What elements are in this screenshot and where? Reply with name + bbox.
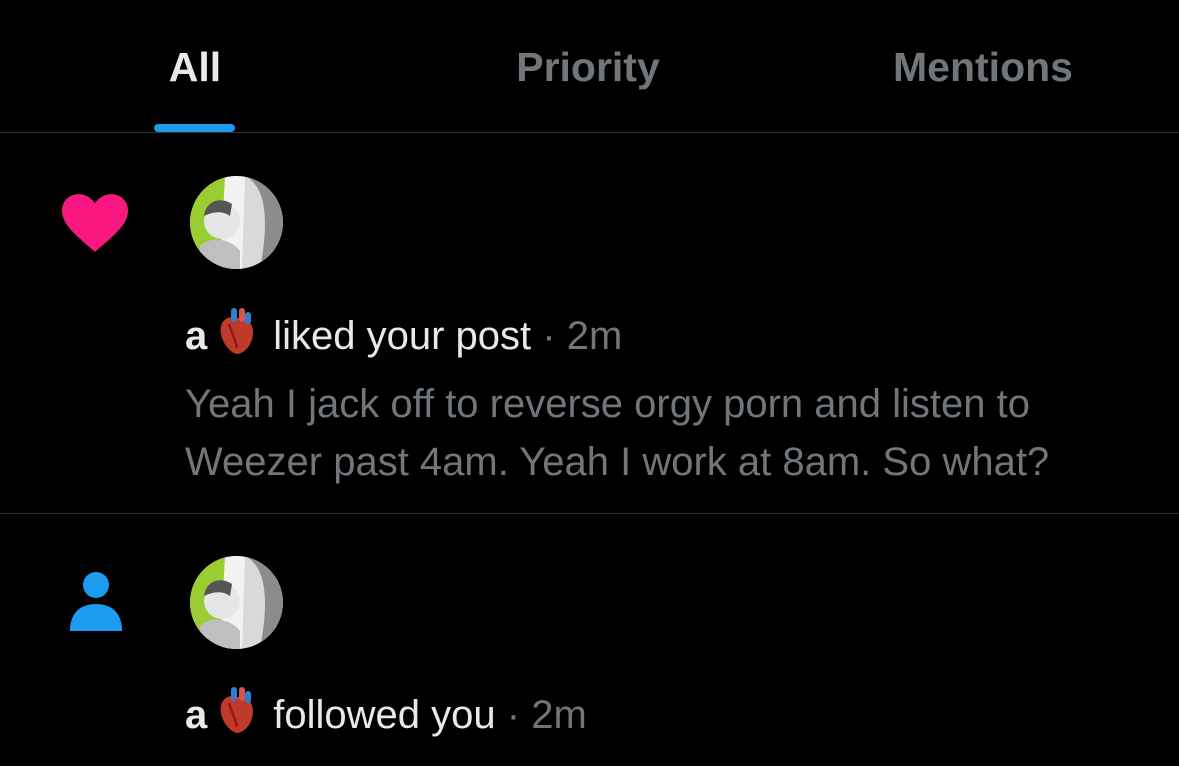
timestamp: 2m [531,693,587,738]
heart-icon [62,194,128,257]
notification-follow[interactable]: a followed you · 2m [0,515,1179,766]
action-text: liked your post [273,314,532,359]
active-tab-indicator [154,124,235,132]
separator-dot: · [542,314,556,359]
username[interactable]: a [185,314,207,358]
notification-tabs: All Priority Mentions [0,0,1179,133]
person-icon [70,571,122,638]
timestamp: 2m [566,314,623,359]
tab-mentions[interactable]: Mentions [870,42,1096,92]
notification-header: a followed you · 2m [185,687,587,748]
tab-priority[interactable]: Priority [480,42,696,92]
action-text: followed you [273,693,496,738]
anatomical-heart-icon [217,308,257,369]
notification-like[interactable]: a liked your post · 2m Yeah I jack off t… [0,134,1179,514]
notification-header: a liked your post · 2m [185,308,622,369]
username[interactable]: a [185,693,207,737]
post-preview-text[interactable]: Yeah I jack off to reverse orgy porn and… [185,375,1155,491]
tab-all[interactable]: All [120,42,270,92]
avatar[interactable] [190,556,283,649]
avatar[interactable] [190,176,283,269]
separator-dot: · [506,693,521,738]
anatomical-heart-icon [217,687,257,748]
